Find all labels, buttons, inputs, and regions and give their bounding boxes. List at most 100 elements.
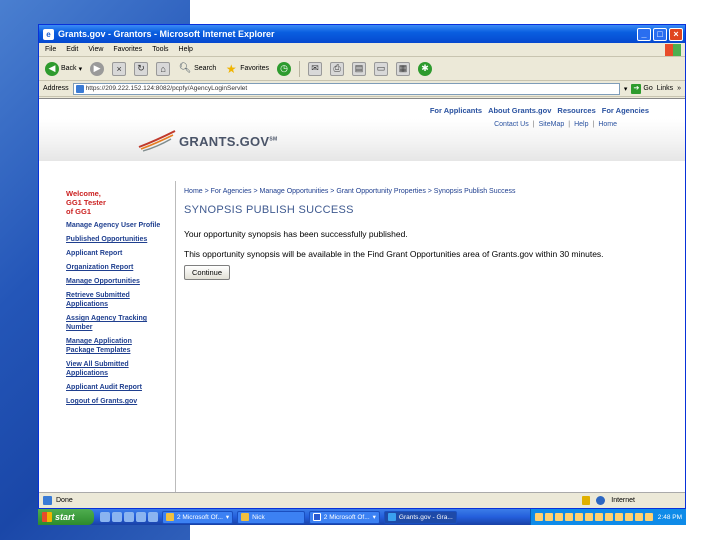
forward-button[interactable]: ▶ bbox=[88, 61, 106, 77]
taskbar: start 2 Microsoft Of... ▾ Nick 2 Microso… bbox=[38, 509, 686, 525]
sidebar-item-organization-report[interactable]: Organization Report bbox=[66, 263, 162, 272]
menu-tools[interactable]: Tools bbox=[152, 46, 168, 53]
close-button[interactable]: × bbox=[669, 27, 683, 41]
taskbar-item-nick[interactable]: Nick bbox=[237, 510, 305, 524]
taskbar-item-office[interactable]: 2 Microsoft Of... ▾ bbox=[162, 510, 234, 524]
nav-for-agencies[interactable]: For Agencies bbox=[602, 106, 649, 115]
sidebar-item-retrieve-submitted-applications[interactable]: Retrieve Submitted Applications bbox=[66, 291, 162, 309]
links-chevron-icon[interactable]: » bbox=[677, 85, 681, 92]
quick-launch-icon[interactable] bbox=[112, 512, 122, 522]
availability-message: This opportunity synopsis will be availa… bbox=[184, 249, 604, 259]
nav-separator: | bbox=[532, 121, 535, 128]
menu-help[interactable]: Help bbox=[179, 46, 193, 53]
edit-button[interactable]: ▤ bbox=[350, 61, 368, 77]
sidebar-item-manage-agency-user-profile[interactable]: Manage Agency User Profile bbox=[66, 221, 162, 230]
grants-gov-logo[interactable]: GRANTS.GOVSM bbox=[137, 129, 278, 153]
messenger-button[interactable]: ✱ bbox=[416, 61, 434, 77]
menu-favorites[interactable]: Favorites bbox=[113, 46, 142, 53]
page-title: SYNOPSIS PUBLISH SUCCESS bbox=[184, 204, 354, 216]
status-zone: Internet bbox=[611, 497, 635, 504]
quick-launch-icon[interactable] bbox=[148, 512, 158, 522]
maximize-button[interactable]: □ bbox=[653, 27, 667, 41]
chevron-down-icon: ▾ bbox=[78, 65, 83, 73]
address-dropdown-icon[interactable]: ▾ bbox=[624, 85, 628, 93]
taskbar-item-grants-gov[interactable]: Grants.gov - Gra... bbox=[383, 510, 457, 524]
page-icon bbox=[75, 84, 84, 93]
tray-icon[interactable] bbox=[584, 513, 593, 521]
nav-separator: | bbox=[568, 121, 571, 128]
home-button[interactable]: ⌂ bbox=[154, 61, 172, 77]
nav-home[interactable]: Home bbox=[598, 121, 617, 128]
refresh-button[interactable]: ↻ bbox=[132, 61, 150, 77]
print-button[interactable]: ⎙ bbox=[328, 61, 346, 77]
clock[interactable]: 2:48 PM bbox=[658, 514, 682, 521]
nav-about-grants[interactable]: About Grants.gov bbox=[488, 106, 551, 115]
taskbar-item-office-2[interactable]: 2 Microsoft Of... ▾ bbox=[308, 510, 380, 524]
tray-icon[interactable] bbox=[564, 513, 573, 521]
title-bar[interactable]: e Grants.gov - Grantors - Microsoft Inte… bbox=[39, 25, 685, 43]
quick-launch-icon[interactable] bbox=[100, 512, 110, 522]
quick-launch-icon[interactable] bbox=[136, 512, 146, 522]
folder-button[interactable]: ▭ bbox=[372, 61, 390, 77]
ie-icon bbox=[387, 513, 396, 521]
sidebar-item-manage-opportunities[interactable]: Manage Opportunities bbox=[66, 277, 162, 286]
lock-icon bbox=[582, 496, 591, 505]
tray-icon[interactable] bbox=[554, 513, 563, 521]
sub-nav: Contact Us | SiteMap | Help | Home bbox=[494, 121, 617, 128]
sidebar-item-assign-tracking-number[interactable]: Assign Agency Tracking Number bbox=[66, 314, 162, 332]
nav-for-applicants[interactable]: For Applicants bbox=[430, 106, 482, 115]
address-input[interactable]: https://209.222.152.124:8082/pcpfy/Agenc… bbox=[72, 82, 620, 95]
quick-launch-icon[interactable] bbox=[124, 512, 134, 522]
sidebar-item-logout[interactable]: Logout of Grants.gov bbox=[66, 397, 162, 406]
tray-icon[interactable] bbox=[604, 513, 613, 521]
mail-button[interactable]: ✉ bbox=[306, 61, 324, 77]
history-button[interactable]: ◷ bbox=[275, 61, 293, 77]
sidebar-item-applicant-report[interactable]: Applicant Report bbox=[66, 249, 162, 258]
search-button[interactable]: 🔍︎ Search bbox=[176, 61, 218, 77]
tray-icon[interactable] bbox=[644, 513, 653, 521]
sidebar-item-published-opportunities[interactable]: Published Opportunities bbox=[66, 235, 162, 244]
sidebar-item-manage-package-templates[interactable]: Manage Application Package Templates bbox=[66, 337, 162, 355]
go-button[interactable]: ➔ Go bbox=[631, 83, 653, 94]
main-panel: Home > For Agencies > Manage Opportuniti… bbox=[184, 188, 674, 280]
sidebar-item-view-submitted-applications[interactable]: View All Submitted Applications bbox=[66, 360, 162, 378]
stop-button[interactable]: × bbox=[110, 61, 128, 77]
favorites-button[interactable]: ★ Favorites bbox=[222, 61, 271, 77]
research-button[interactable]: ▦ bbox=[394, 61, 412, 77]
tray-icon[interactable] bbox=[624, 513, 633, 521]
chevron-down-icon: ▾ bbox=[372, 514, 376, 521]
tray-icon[interactable] bbox=[534, 513, 543, 521]
tray-icon[interactable] bbox=[574, 513, 583, 521]
page-content: For Applicants About Grants.gov Resource… bbox=[39, 98, 685, 493]
start-button[interactable]: start bbox=[38, 509, 94, 525]
edit-icon: ▤ bbox=[352, 61, 367, 76]
menu-edit[interactable]: Edit bbox=[66, 46, 78, 53]
back-arrow-icon: ◀ bbox=[45, 61, 59, 76]
tray-icon[interactable] bbox=[634, 513, 643, 521]
links-button[interactable]: Links bbox=[657, 85, 673, 92]
nav-separator: | bbox=[592, 121, 595, 128]
go-arrow-icon: ➔ bbox=[631, 83, 642, 94]
minimize-button[interactable]: _ bbox=[637, 27, 651, 41]
sidebar-item-applicant-audit-report[interactable]: Applicant Audit Report bbox=[66, 383, 162, 392]
tray-icon[interactable] bbox=[544, 513, 553, 521]
back-button[interactable]: ◀ Back ▾ bbox=[43, 61, 84, 77]
nav-resources[interactable]: Resources bbox=[557, 106, 595, 115]
sidebar-divider bbox=[175, 181, 176, 493]
breadcrumb[interactable]: Home > For Agencies > Manage Opportuniti… bbox=[184, 188, 674, 195]
nav-contact-us[interactable]: Contact Us bbox=[494, 121, 529, 128]
menu-bar: File Edit View Favorites Tools Help bbox=[39, 43, 685, 57]
swoosh-logo-icon bbox=[138, 130, 176, 152]
menu-file[interactable]: File bbox=[45, 46, 56, 53]
continue-button[interactable]: Continue bbox=[184, 265, 231, 280]
messenger-icon: ✱ bbox=[418, 61, 433, 76]
menu-view[interactable]: View bbox=[88, 46, 103, 53]
windows-logo-icon bbox=[42, 512, 52, 522]
nav-sitemap[interactable]: SiteMap bbox=[539, 121, 565, 128]
tray-icon[interactable] bbox=[594, 513, 603, 521]
tray-icon[interactable] bbox=[614, 513, 623, 521]
nav-help[interactable]: Help bbox=[574, 121, 588, 128]
folder-icon bbox=[241, 513, 250, 521]
star-icon: ★ bbox=[225, 61, 237, 76]
sidebar: Welcome, GG1 Tester of GG1 Manage Agency… bbox=[66, 189, 162, 411]
